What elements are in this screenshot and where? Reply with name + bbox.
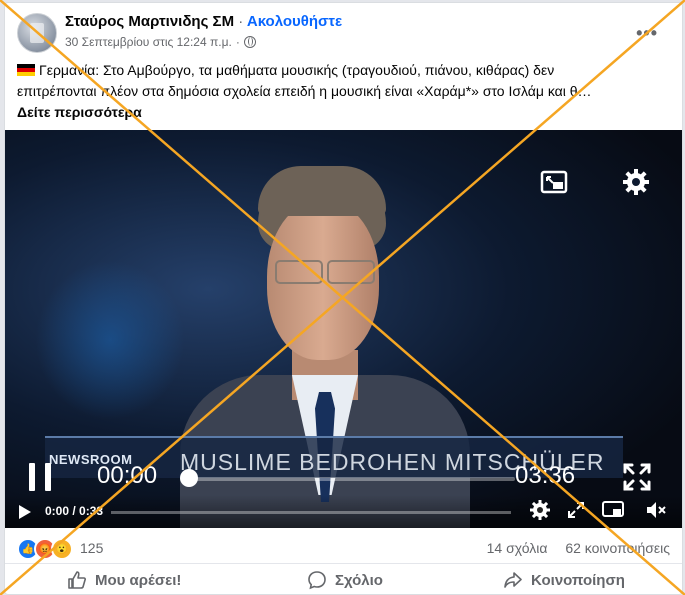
caption-line-1: Γερμανία: Στο Αμβούργο, τα μαθήματα μουσ… [39,62,555,78]
video-player[interactable]: NEWSROOM MUSLIME BEDROHEN MITSCHÜLER 00:… [5,130,682,528]
post-card: Σταύρος Μαρτινιδης ΣΜ · Ακολουθήστε 30 Σ… [4,2,683,595]
share-count[interactable]: 62 κοινοποιήσεις [565,540,670,556]
fullscreen-expand-icon[interactable] [622,462,652,492]
post-actions: Μου αρέσει! Σχόλιο Κοινοποίηση [5,563,682,594]
picture-in-picture-icon[interactable] [540,170,568,194]
settings-icon[interactable] [529,499,551,521]
wow-reaction-icon: 😮 [51,538,73,560]
globe-icon [243,36,256,48]
player-control-bar: 0:00 / 0:33 [5,495,682,528]
avatar[interactable] [17,13,57,53]
timestamp[interactable]: 30 Σεπτεμβρίου στις 12:24 π.μ. [65,35,232,49]
post-header: Σταύρος Μαρτινιδης ΣΜ · Ακολουθήστε 30 Σ… [15,11,672,55]
comment-bubble-icon [308,571,326,590]
comment-label: Σχόλιο [335,571,383,589]
seek-bar[interactable] [111,511,511,514]
mini-player-icon[interactable] [602,501,624,519]
reaction-icons[interactable]: 👍 😡 😮 [17,538,73,560]
post-caption: Γερμανία: Στο Αμβούργο, τα μαθήματα μουσ… [17,60,670,123]
duration-large: 03:36 [515,462,576,489]
separator: · [238,13,244,30]
follow-link[interactable]: Ακολουθήστε [247,13,342,30]
germany-flag-icon [17,64,35,76]
thumbs-up-icon [68,571,86,589]
share-arrow-icon [504,572,522,588]
settings-gear-icon[interactable] [622,168,650,196]
play-icon[interactable] [19,505,31,519]
seek-knob[interactable] [180,469,198,487]
like-button[interactable]: Μου αρέσει! [67,570,181,590]
expand-icon[interactable] [567,501,585,519]
author-line: Σταύρος Μαρτινιδης ΣΜ · Ακολουθήστε [65,13,342,30]
post-stats: 👍 😡 😮 125 14 σχόλια 62 κοινοποιήσεις [17,538,670,560]
comment-count[interactable]: 14 σχόλια [487,540,548,556]
post-meta: 30 Σεπτεμβρίου στις 12:24 π.μ. · [65,35,256,49]
author-name[interactable]: Σταύρος Μαρτινιδης ΣΜ [65,13,234,30]
see-more-link[interactable]: Δείτε περισσότερα [17,102,670,123]
inner-player-controls: 00:00 03:36 [5,458,682,498]
comment-button[interactable]: Σχόλιο [307,570,383,590]
inner-seek-bar[interactable] [185,477,515,481]
share-button[interactable]: Κοινοποίηση [503,570,625,590]
more-options-button[interactable]: ••• [636,23,658,44]
caption-line-2: επιτρέπονται πλέον στα δημόσια σχολεία ε… [17,83,592,99]
share-label: Κοινοποίηση [531,571,625,589]
current-time-large: 00:00 [97,462,158,489]
timestamp-separator: · [235,35,240,49]
reaction-count[interactable]: 125 [80,540,103,556]
mute-volume-icon[interactable] [645,500,667,520]
pause-icon[interactable] [29,463,53,491]
time-display: 0:00 / 0:33 [45,504,104,518]
like-label: Μου αρέσει! [95,571,182,589]
